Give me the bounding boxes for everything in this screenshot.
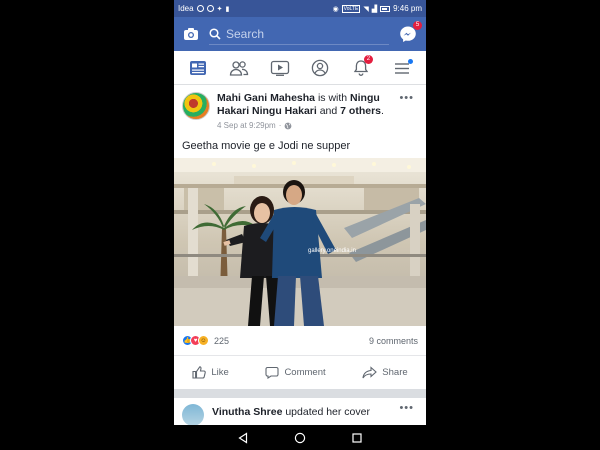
- feed-post: Mahi Gani Mahesha is with Ningu Hakari N…: [174, 86, 426, 428]
- wifi-icon: ◥: [363, 5, 369, 13]
- camera-icon[interactable]: [181, 24, 201, 44]
- menu-dot-indicator: [407, 58, 413, 64]
- others-link[interactable]: 7 others: [340, 105, 381, 117]
- phone-screen: Idea ✦ ▮ ◉ VoLTE ◥ ▟ 9:46 pm Search 5 2 …: [174, 0, 426, 450]
- battery-icon: [380, 5, 391, 12]
- tab-friends[interactable]: [224, 53, 254, 83]
- author-name-link[interactable]: Mahi Gani Mahesha: [217, 92, 315, 104]
- reaction-icons[interactable]: 👍 ♥ ☺: [182, 335, 209, 346]
- tab-profile[interactable]: [305, 53, 335, 83]
- next-post-avatar[interactable]: [182, 404, 204, 426]
- profile-icon: [312, 59, 329, 76]
- location-icon: ◉: [332, 5, 339, 13]
- search-icon: [209, 27, 221, 40]
- photo-illustration: gallery.oneindia.in: [174, 158, 426, 326]
- period-text: .: [381, 105, 384, 117]
- video-play-icon: [270, 60, 289, 76]
- notifications-badge: 2: [363, 54, 373, 64]
- reactions-bar: 👍 ♥ ☺ 225 9 comments: [174, 326, 426, 356]
- photo-watermark: gallery.oneindia.in: [308, 248, 356, 254]
- status-bar: Idea ✦ ▮ ◉ VoLTE ◥ ▟ 9:46 pm: [174, 0, 426, 17]
- twitter-icon: ✦: [216, 5, 223, 13]
- post-header: Mahi Gani Mahesha is with Ningu Hakari N…: [174, 86, 426, 138]
- comments-count[interactable]: 9 comments: [369, 336, 418, 346]
- network-type-label: VoLTE: [341, 4, 361, 13]
- and-text: and: [316, 105, 341, 117]
- share-label: Share: [382, 367, 408, 378]
- with-text: is with: [315, 92, 351, 104]
- like-label: Like: [211, 367, 229, 378]
- tab-menu[interactable]: [387, 53, 417, 83]
- clock-label: 9:46 pm: [393, 4, 422, 13]
- post-text: Geetha movie ge e Jodi ne supper: [182, 140, 351, 152]
- facebook-top-bar: Search 5: [174, 17, 426, 51]
- post-timestamp[interactable]: 4 Sep at 9:29pm: [217, 119, 276, 132]
- next-post-author-link[interactable]: Vinutha Shree: [212, 406, 282, 418]
- post-header-text: Mahi Gani Mahesha is with Ningu Hakari N…: [217, 92, 397, 132]
- recents-icon[interactable]: [351, 432, 363, 444]
- author-avatar[interactable]: [182, 92, 210, 120]
- news-feed-icon: [190, 60, 207, 75]
- tab-watch[interactable]: [265, 53, 295, 83]
- haha-reaction-icon: ☺: [198, 335, 209, 346]
- search-bar[interactable]: Search: [209, 23, 389, 45]
- home-icon[interactable]: [294, 432, 306, 444]
- share-button[interactable]: Share: [362, 366, 408, 379]
- share-icon: [362, 366, 378, 379]
- app-notification-icon: [206, 5, 214, 12]
- globe-icon: [284, 122, 292, 129]
- comment-button[interactable]: Comment: [265, 366, 326, 379]
- separator-dot: ·: [278, 121, 282, 130]
- android-nav-bar: [174, 425, 426, 450]
- like-button[interactable]: Like: [192, 366, 229, 379]
- tab-notifications[interactable]: 2: [346, 53, 376, 83]
- next-post-header: Vinutha Shree updated her cover •••: [174, 398, 426, 428]
- next-post-options-icon[interactable]: •••: [399, 402, 414, 414]
- comment-icon: [265, 366, 279, 379]
- friends-icon: [229, 60, 249, 76]
- messenger-badge: 5: [413, 21, 422, 30]
- next-post-text: Vinutha Shree updated her cover: [212, 406, 370, 422]
- nav-tabs: 2: [174, 51, 426, 85]
- search-placeholder: Search: [226, 26, 265, 41]
- messenger-button[interactable]: 5: [397, 21, 422, 45]
- post-actions: Like Comment Share: [174, 356, 426, 389]
- next-post-action-text: updated her cover: [282, 406, 370, 418]
- carrier-label: Idea: [178, 4, 194, 13]
- post-options-icon[interactable]: •••: [399, 92, 414, 104]
- back-icon[interactable]: [237, 431, 249, 444]
- reaction-count[interactable]: 225: [214, 336, 229, 346]
- like-icon: [192, 366, 207, 379]
- feed-separator: [174, 389, 426, 398]
- mic-icon: ▮: [225, 5, 230, 13]
- comment-label: Comment: [284, 367, 326, 378]
- instagram-icon: [196, 5, 204, 12]
- signal-icon: ▟: [371, 5, 378, 13]
- post-meta: 4 Sep at 9:29pm ·: [217, 119, 397, 132]
- tab-news-feed[interactable]: [183, 53, 213, 83]
- post-photo[interactable]: gallery.oneindia.in: [174, 158, 426, 326]
